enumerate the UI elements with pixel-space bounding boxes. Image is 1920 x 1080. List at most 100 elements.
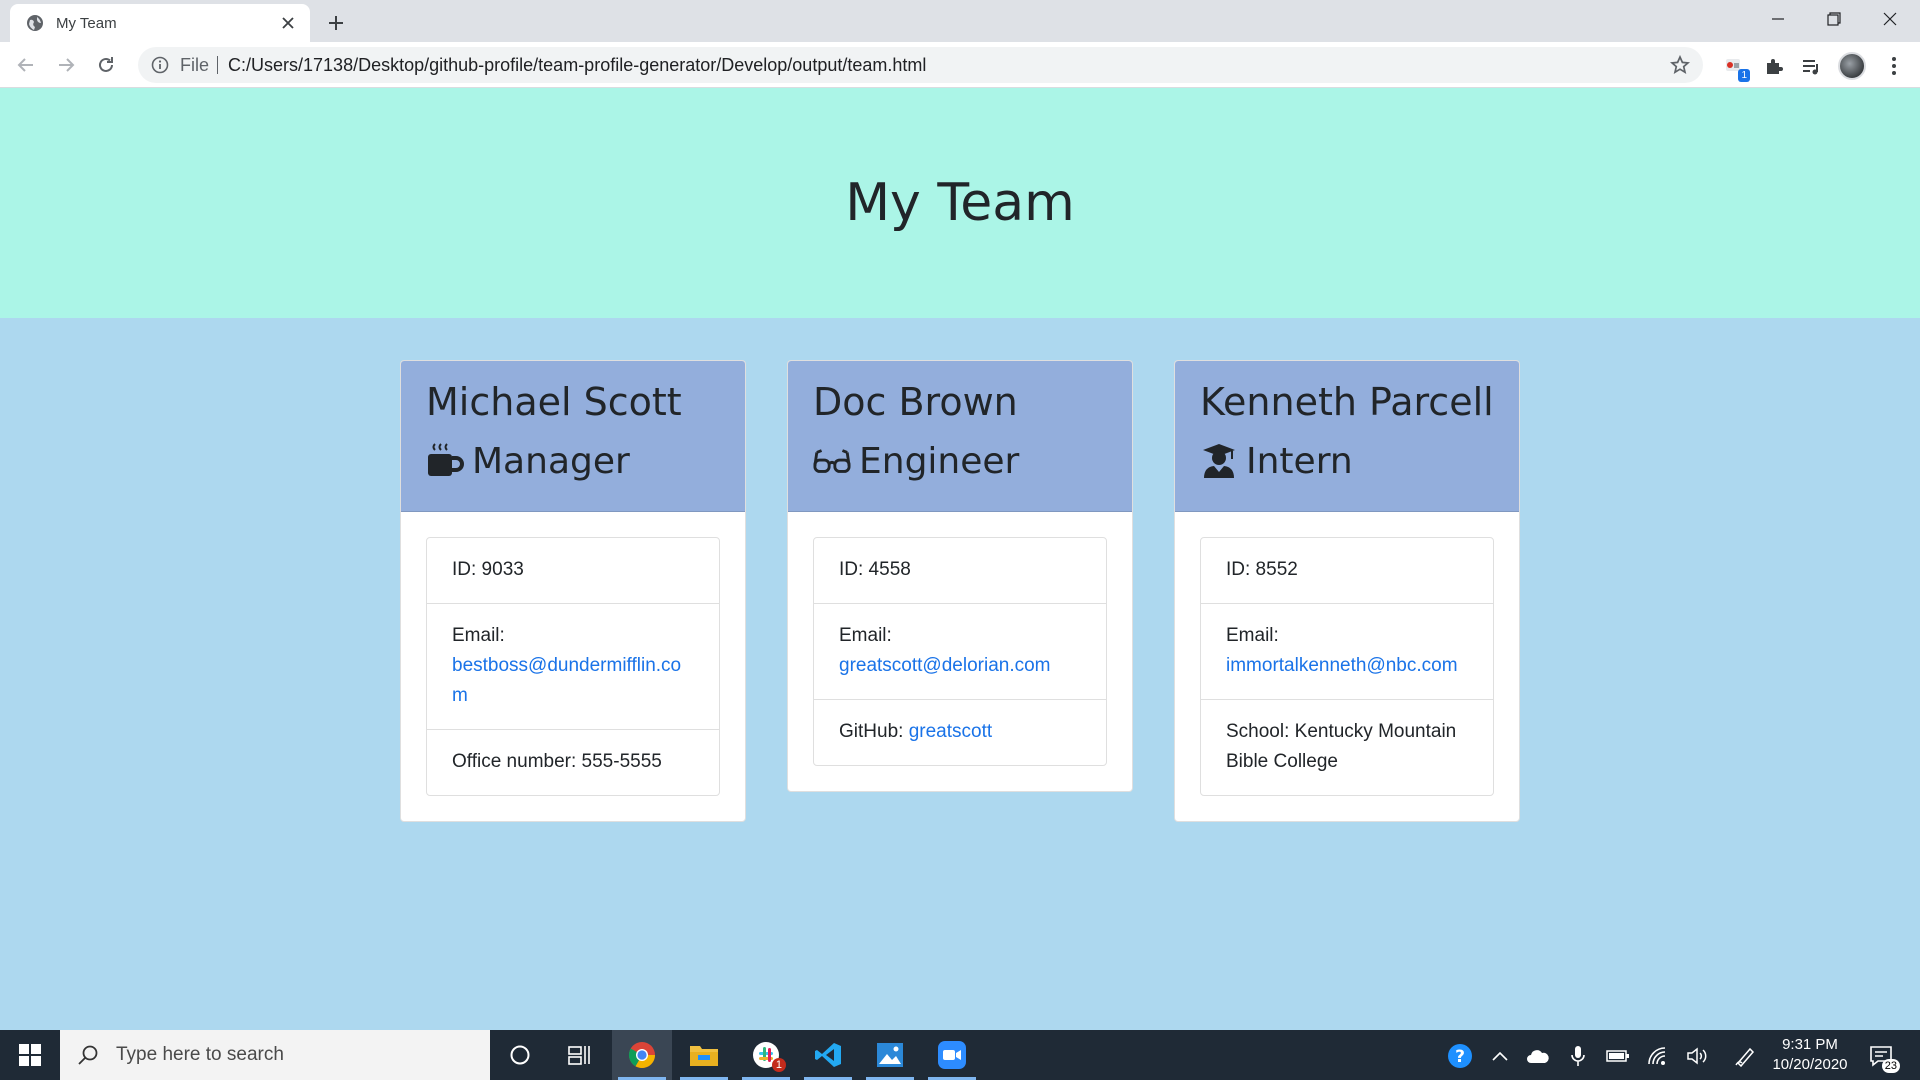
email-label: Email: [839, 625, 892, 646]
info-icon[interactable] [150, 55, 170, 75]
email-label: Email: [452, 625, 505, 646]
employee-office-number: Office number: 555-5555 [427, 729, 719, 795]
employee-id: ID: 4558 [814, 538, 1106, 603]
profile-avatar[interactable] [1838, 52, 1866, 80]
employee-card-manager: Michael Scott Manager ID: 9033 Email: be… [400, 360, 746, 822]
taskbar-search-input[interactable]: Type here to search [60, 1030, 490, 1080]
bookmark-star-icon[interactable] [1667, 52, 1693, 78]
notification-center-icon[interactable]: 23 [1866, 1041, 1900, 1073]
employee-card-engineer: Doc Brown Engineer ID: 4558 Email: great… [787, 360, 1133, 792]
employee-name: Doc Brown [813, 380, 1018, 424]
employee-name: Kenneth Parcell [1200, 380, 1494, 424]
search-placeholder: Type here to search [116, 1044, 284, 1065]
card-header: Michael Scott Manager [401, 361, 745, 512]
email-label: Email: [1226, 625, 1279, 646]
employee-id: ID: 9033 [427, 538, 719, 603]
address-separator [217, 56, 219, 74]
slack-notification-badge: 1 [771, 1058, 786, 1072]
extension-badge: 1 [1738, 69, 1750, 82]
windows-taskbar: Type here to search 1 ? 9:31 PM 10/20/20… [0, 1030, 1920, 1080]
chevron-up-icon[interactable] [1487, 1043, 1513, 1069]
minimize-window-icon[interactable] [1750, 0, 1806, 38]
forward-arrow-icon[interactable] [52, 51, 80, 79]
search-icon [76, 1043, 100, 1067]
employee-github: GitHub: greatscott [814, 699, 1106, 765]
battery-icon[interactable] [1605, 1043, 1631, 1069]
system-clock[interactable]: 9:31 PM 10/20/2020 [1760, 1035, 1860, 1075]
employee-card-intern: Kenneth Parcell Intern ID: 8552 Email: i… [1174, 360, 1520, 822]
employee-id: ID: 8552 [1201, 538, 1493, 603]
graduate-icon [1200, 442, 1238, 480]
extension-icon[interactable]: 1 [1720, 52, 1750, 82]
new-tab-button[interactable] [322, 9, 350, 37]
reload-icon[interactable] [92, 51, 120, 79]
address-url[interactable]: C:/Users/17138/Desktop/github-profile/te… [228, 55, 1667, 76]
browser-toolbar: File C:/Users/17138/Desktop/github-profi… [0, 42, 1920, 88]
svg-text:?: ? [1455, 1047, 1465, 1067]
browser-tab-bar: My Team [0, 0, 1920, 42]
employee-email: Email: immortalkenneth@nbc.com [1201, 603, 1493, 699]
file-explorer-icon[interactable] [674, 1030, 734, 1080]
clock-date: 10/20/2020 [1772, 1056, 1848, 1073]
employee-role: Manager [472, 440, 630, 482]
employee-id-text: ID: 4558 [839, 559, 911, 580]
clock-time: 9:31 PM [1782, 1036, 1838, 1053]
chrome-menu-icon[interactable] [1880, 52, 1908, 80]
mug-icon [426, 442, 464, 480]
card-body: ID: 8552 Email: immortalkenneth@nbc.com … [1175, 512, 1519, 821]
vscode-icon[interactable] [798, 1030, 858, 1080]
slack-icon[interactable]: 1 [736, 1030, 796, 1080]
email-link[interactable]: immortalkenneth@nbc.com [1226, 655, 1458, 676]
address-bar[interactable]: File C:/Users/17138/Desktop/github-profi… [138, 47, 1703, 83]
employee-school: School: Kentucky Mountain Bible College [1201, 699, 1493, 795]
github-link[interactable]: greatscott [909, 721, 992, 742]
email-link[interactable]: bestboss@dundermifflin.com [452, 655, 681, 706]
onedrive-icon[interactable] [1525, 1043, 1551, 1069]
employee-role-row: Intern [1200, 439, 1494, 483]
employee-role: Engineer [859, 440, 1020, 482]
cortana-icon[interactable] [490, 1030, 550, 1080]
email-link[interactable]: greatscott@delorian.com [839, 655, 1051, 676]
browser-tab[interactable]: My Team [10, 4, 310, 42]
office-number-text: Office number: 555-5555 [452, 751, 662, 772]
employee-details: ID: 4558 Email: greatscott@delorian.com … [813, 537, 1107, 766]
card-body: ID: 4558 Email: greatscott@delorian.com … [788, 512, 1132, 791]
page-header: My Team [0, 88, 1920, 318]
address-scheme: File [180, 54, 210, 75]
volume-icon[interactable] [1685, 1043, 1711, 1069]
globe-icon [26, 14, 44, 32]
chrome-taskbar-icon[interactable] [612, 1030, 672, 1080]
zoom-icon[interactable] [922, 1030, 982, 1080]
card-header: Doc Brown Engineer [788, 361, 1132, 512]
github-label: GitHub: [839, 721, 909, 742]
glasses-icon [813, 442, 851, 480]
employee-role: Intern [1246, 440, 1353, 482]
close-tab-icon[interactable] [278, 13, 298, 33]
wifi-icon[interactable] [1645, 1043, 1671, 1069]
media-queue-icon[interactable] [1797, 52, 1825, 80]
microphone-icon[interactable] [1565, 1043, 1591, 1069]
card-header: Kenneth Parcell Intern [1175, 361, 1519, 512]
help-icon[interactable]: ? [1447, 1043, 1473, 1069]
employee-id-text: ID: 9033 [452, 559, 524, 580]
close-window-icon[interactable] [1862, 0, 1918, 38]
photos-icon[interactable] [860, 1030, 920, 1080]
employee-details: ID: 8552 Email: immortalkenneth@nbc.com … [1200, 537, 1494, 796]
notification-count: 23 [1881, 1059, 1900, 1073]
pen-workspace-icon[interactable] [1732, 1043, 1758, 1069]
employee-name: Michael Scott [426, 380, 682, 424]
employee-role-row: Manager [426, 439, 720, 483]
tab-title: My Team [56, 14, 117, 32]
employee-email: Email: bestboss@dundermifflin.com [427, 603, 719, 729]
employee-id-text: ID: 8552 [1226, 559, 1298, 580]
puzzle-extensions-icon[interactable] [1760, 52, 1788, 80]
employee-details: ID: 9033 Email: bestboss@dundermifflin.c… [426, 537, 720, 796]
school-text: School: Kentucky Mountain Bible College [1226, 721, 1457, 772]
restore-window-icon[interactable] [1806, 0, 1862, 38]
employee-email: Email: greatscott@delorian.com [814, 603, 1106, 699]
back-arrow-icon[interactable] [12, 51, 40, 79]
team-cards: Michael Scott Manager ID: 9033 Email: be… [0, 360, 1920, 840]
task-view-icon[interactable] [550, 1030, 610, 1080]
employee-role-row: Engineer [813, 439, 1107, 483]
windows-start-icon[interactable] [0, 1030, 60, 1080]
